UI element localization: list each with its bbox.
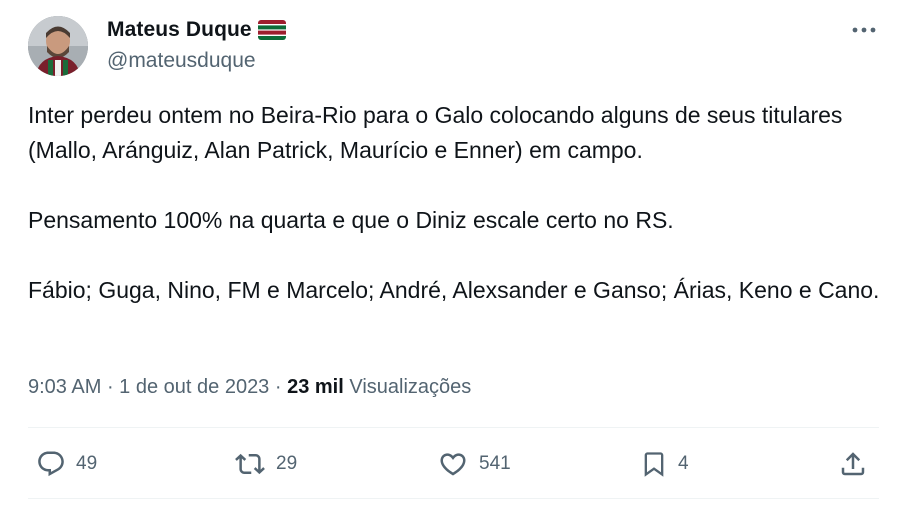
bookmark-icon	[640, 449, 668, 479]
author-display-name[interactable]: Mateus Duque	[107, 18, 252, 42]
tweet-meta: 9:03 AM · 1 de out de 2023 · 23 mil Visu…	[28, 376, 471, 399]
meta-separator: ·	[269, 376, 288, 398]
reply-button[interactable]: 49	[36, 446, 97, 482]
meta-separator: ·	[101, 376, 120, 398]
reply-icon	[36, 449, 66, 479]
like-icon	[437, 449, 469, 479]
like-count: 541	[479, 453, 511, 474]
views-label: Visualizações	[349, 376, 472, 398]
reply-count: 49	[76, 453, 98, 474]
author-name-row: Mateus Duque	[107, 18, 286, 42]
more-options-icon[interactable]	[848, 18, 880, 42]
action-bar: 49 29 541 4	[0, 446, 919, 482]
retweet-icon	[234, 449, 266, 479]
fluminense-flag-icon	[257, 20, 286, 40]
share-icon	[838, 449, 868, 479]
bookmark-button[interactable]: 4	[640, 446, 689, 482]
divider	[28, 498, 879, 499]
tweet-text: Inter perdeu ontem no Beira-Rio para o G…	[28, 98, 888, 308]
bookmark-count: 4	[678, 453, 689, 474]
tweet-paragraph: Inter perdeu ontem no Beira-Rio para o G…	[28, 102, 843, 163]
tweet-paragraph: Pensamento 100% na quarta e que o Diniz …	[28, 207, 674, 233]
author-handle[interactable]: @mateusduque	[107, 49, 256, 73]
tweet-date[interactable]: 1 de out de 2023	[119, 376, 269, 398]
like-button[interactable]: 541	[437, 446, 511, 482]
share-button[interactable]	[838, 446, 868, 482]
avatar[interactable]	[28, 16, 88, 76]
divider	[28, 427, 879, 428]
views-count: 23 mil	[287, 376, 344, 398]
tweet: Mateus Duque @mateusduque Inter perdeu o…	[0, 0, 919, 510]
retweet-button[interactable]: 29	[234, 446, 297, 482]
tweet-time[interactable]: 9:03 AM	[28, 376, 101, 398]
tweet-paragraph: Fábio; Guga, Nino, FM e Marcelo; André, …	[28, 277, 880, 303]
retweet-count: 29	[276, 453, 298, 474]
